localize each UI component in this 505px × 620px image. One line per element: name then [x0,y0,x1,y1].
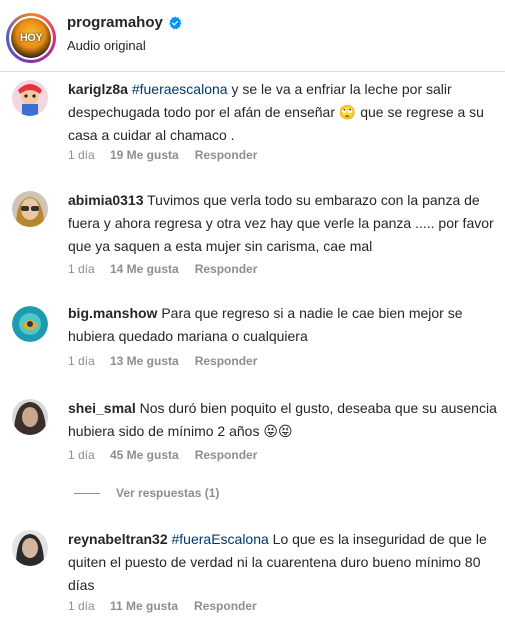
account-username[interactable]: programahoy [67,14,163,31]
account-avatar[interactable]: HOY [6,13,56,63]
comment-avatar[interactable] [12,306,48,342]
comment-username[interactable]: kariglz8a [68,81,128,97]
comment-time: 1 día [68,354,95,368]
comment-username[interactable]: shei_smal [68,400,136,416]
replies-divider [74,492,100,494]
reply-button[interactable]: Responder [195,148,258,162]
comment-body: shei_smal Nos duró bien poquito el gusto… [68,397,498,443]
comment-username[interactable]: reynabeltran32 [68,531,168,547]
account-name-row: programahoy [67,14,182,31]
comment-meta: 1 día 45 Me gusta Responder [68,448,257,462]
reply-button[interactable]: Responder [195,448,258,462]
comment-meta: 1 día 14 Me gusta Responder [68,262,257,276]
comment-likes[interactable]: 19 Me gusta [110,148,179,162]
comment-likes[interactable]: 13 Me gusta [110,354,179,368]
account-logo: HOY [11,18,51,58]
comment-avatar[interactable] [12,399,48,435]
verified-badge-icon [169,15,182,29]
comment-hashtag[interactable]: #fueraEscalona [172,531,269,547]
reply-button[interactable]: Responder [195,262,258,276]
comment-time: 1 día [68,148,95,162]
view-replies-button[interactable]: Ver respuestas (1) [74,486,219,500]
view-replies-label: Ver respuestas (1) [116,486,220,500]
audio-label[interactable]: Audio original [67,38,146,53]
eye-roll-emoji: 🙄 [338,104,357,120]
comment-avatar[interactable] [12,191,48,227]
comment-time: 1 día [68,262,95,276]
reply-button[interactable]: Responder [194,599,257,613]
tongue-out-emoji: 😝😝 [263,423,293,439]
comment-username[interactable]: abimia0313 [68,192,144,208]
comment-likes[interactable]: 11 Me gusta [110,599,178,613]
comment-avatar[interactable] [12,530,48,566]
comment-hashtag[interactable]: #fueraescalona [132,81,228,97]
comment-body: abimia0313 Tuvimos que verla todo su emb… [68,189,498,258]
comment-body: reynabeltran32 #fueraEscalona Lo que es … [68,528,498,597]
comment-likes[interactable]: 14 Me gusta [110,262,179,276]
comment-avatar[interactable] [12,80,48,116]
comment-body: kariglz8a #fueraescalona y se le va a en… [68,78,498,147]
comment-meta: 1 día 11 Me gusta Responder [68,599,257,613]
comment-username[interactable]: big.manshow [68,305,157,321]
comment-meta: 1 día 13 Me gusta Responder [68,354,257,368]
comment-body: big.manshow Para que regreso si a nadie … [68,302,498,348]
reply-button[interactable]: Responder [195,354,258,368]
comment-likes[interactable]: 45 Me gusta [110,448,179,462]
comment-meta: 1 día 19 Me gusta Responder [68,148,257,162]
comment-time: 1 día [68,599,95,613]
comment-time: 1 día [68,448,95,462]
post-header: HOY programahoy Audio original [0,0,505,72]
